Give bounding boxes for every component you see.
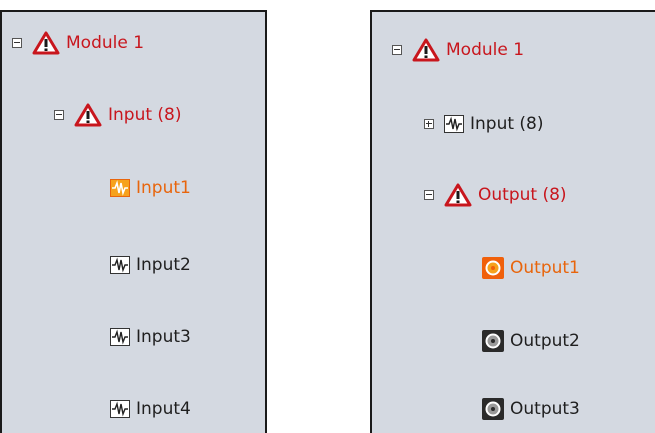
tree-item-label: Input3 (136, 327, 191, 347)
tree-item-label: Input2 (136, 255, 191, 275)
tree-item-output1[interactable]: Output1 (482, 253, 580, 283)
warning-icon (444, 183, 472, 207)
tree-node-input-group[interactable]: Input (8) (424, 109, 544, 139)
tree-node-module[interactable]: Module 1 (12, 28, 144, 58)
tree-item-input3[interactable]: Input3 (110, 322, 191, 352)
tree-item-label: Output2 (510, 331, 580, 351)
tree-item-output3[interactable]: Output3 (482, 394, 580, 424)
tree-node-module[interactable]: Module 1 (392, 35, 524, 65)
tree-item-input1[interactable]: Input1 (110, 173, 191, 203)
tree-item-input4[interactable]: Input4 (110, 394, 191, 424)
waveform-icon (110, 256, 130, 274)
waveform-icon (110, 400, 130, 418)
tree-item-label: Input4 (136, 399, 191, 419)
tree-panel-left: Module 1 Input (8) Input1 Input2 Input3 (0, 10, 267, 433)
tree-node-input-group[interactable]: Input (8) (54, 100, 182, 130)
tree-item-label: Output3 (510, 399, 580, 419)
warning-icon (32, 31, 60, 55)
speaker-icon (482, 257, 504, 279)
collapse-icon[interactable] (54, 110, 64, 120)
tree-item-output2[interactable]: Output2 (482, 326, 580, 356)
tree-node-output-group[interactable]: Output (8) (424, 180, 567, 210)
collapse-icon[interactable] (12, 38, 22, 48)
expand-icon[interactable] (424, 119, 434, 129)
waveform-icon (110, 328, 130, 346)
warning-icon (74, 103, 102, 127)
tree-node-label: Module 1 (446, 40, 525, 60)
collapse-icon[interactable] (392, 45, 402, 55)
speaker-icon (482, 398, 504, 420)
collapse-icon[interactable] (424, 190, 434, 200)
tree-node-label: Module 1 (66, 33, 145, 53)
tree-panel-right: Module 1 Input (8) Output (8) Output1 Ou… (370, 10, 655, 433)
tree-node-label: Input (8) (470, 114, 544, 134)
waveform-icon (444, 115, 464, 133)
tree-item-label: Output1 (510, 258, 580, 278)
waveform-icon (110, 179, 130, 197)
tree-node-label: Input (8) (108, 105, 182, 125)
tree-node-label: Output (8) (478, 185, 567, 205)
speaker-icon (482, 330, 504, 352)
tree-item-input2[interactable]: Input2 (110, 250, 191, 280)
tree-item-label: Input1 (136, 178, 191, 198)
warning-icon (412, 38, 440, 62)
